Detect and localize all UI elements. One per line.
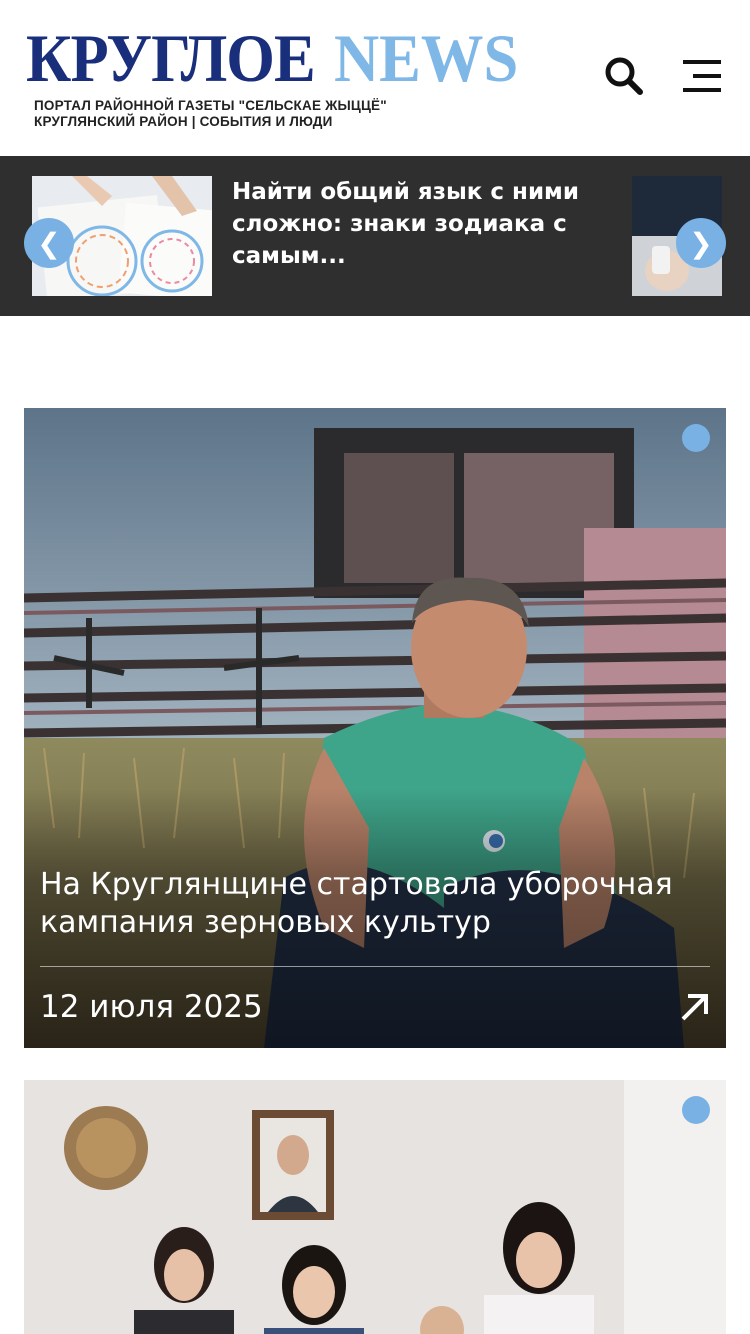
logo-text-primary: КРУГЛОЕ [26,20,316,96]
article-image-office-group [24,1080,726,1334]
article-card[interactable] [24,1080,726,1334]
category-dot [682,424,710,452]
category-dot [682,1096,710,1124]
arrow-up-right-icon[interactable] [680,992,710,1022]
article-title[interactable]: На Круглянщине стартовала уборочная камп… [40,866,720,942]
logo-tagline-line1: ПОРТАЛ РАЙОННОЙ ГАЗЕТЫ "СЕЛЬСКАЕ ЖЫЦЦЁ" [34,98,387,113]
article-date: 12 июля 2025 [40,989,263,1025]
slider-prev-button[interactable]: ❮ [24,218,74,268]
menu-icon [683,60,721,92]
site-logo[interactable]: КРУГЛОЕ NEWS ПОРТАЛ РАЙОННОЙ ГАЗЕТЫ "СЕЛ… [26,20,518,136]
logo-text-secondary: NEWS [333,20,519,96]
logo-tagline-line2: КРУГЛЯНСКИЙ РАЙОН | СОБЫТИЯ И ЛЮДИ [34,114,333,129]
site-header: КРУГЛОЕ NEWS ПОРТАЛ РАЙОННОЙ ГАЗЕТЫ "СЕЛ… [0,0,750,156]
slider-next-button[interactable]: ❯ [676,218,726,268]
ticker-headline[interactable]: Найти общий язык с ними сложно: знаки зо… [232,176,592,272]
search-icon [605,57,643,95]
card-divider [40,966,710,967]
article-card[interactable]: На Круглянщине стартовала уборочная камп… [24,408,726,1048]
logo-wordmark: КРУГЛОЕ NEWS [26,20,518,96]
news-ticker-slider: Найти общий язык с ними сложно: знаки зо… [0,156,750,316]
menu-button[interactable] [674,48,730,104]
logo-tagline: ПОРТАЛ РАЙОННОЙ ГАЗЕТЫ "СЕЛЬСКАЕ ЖЫЦЦЁ" … [34,98,486,130]
search-button[interactable] [596,48,652,104]
